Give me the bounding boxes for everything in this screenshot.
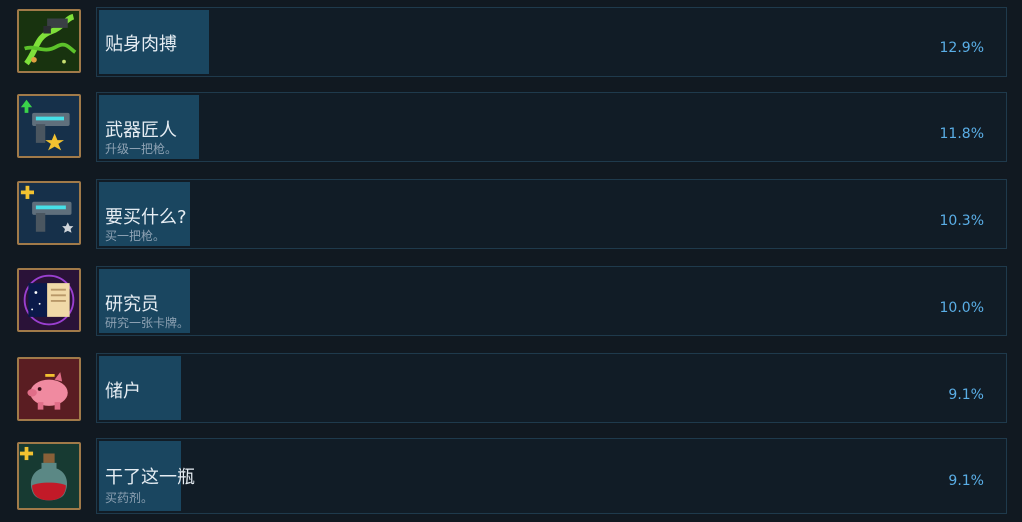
achievement-row[interactable]: 储户 9.1%	[0, 353, 1022, 423]
achievement-row[interactable]: 干了这一瓶 买药剂。 9.1%	[0, 438, 1022, 514]
achievement-percent: 11.8%	[939, 126, 984, 142]
gun-buy-plus-icon	[17, 181, 81, 245]
achievement-percent: 9.1%	[948, 387, 984, 403]
achievement-percent: 9.1%	[948, 473, 984, 489]
achievement-list: 贴身肉搏 12.9% 武器匠人 升级一把枪。 11.8% 要买什么? 买一把枪。…	[0, 0, 1022, 522]
achievement-card: 储户 9.1%	[96, 353, 1007, 423]
achievement-row[interactable]: 研究员 研究一张卡牌。 10.0%	[0, 266, 1022, 336]
piggy-bank-icon	[17, 357, 81, 421]
achievement-title: 储户	[105, 381, 141, 402]
achievement-percent: 10.0%	[939, 300, 984, 316]
achievement-title: 要买什么?	[105, 207, 187, 228]
achievement-title: 贴身肉搏	[105, 34, 177, 55]
achievement-card: 研究员 研究一张卡牌。 10.0%	[96, 266, 1007, 336]
achievement-card: 干了这一瓶 买药剂。 9.1%	[96, 438, 1007, 514]
achievement-title: 武器匠人	[105, 120, 177, 141]
achievement-description: 升级一把枪。	[105, 142, 178, 156]
achievement-percent: 10.3%	[939, 213, 984, 229]
achievement-description: 买一把枪。	[105, 229, 166, 243]
green-tentacle-weapon-icon	[17, 9, 81, 73]
achievement-card: 武器匠人 升级一把枪。 11.8%	[96, 92, 1007, 162]
achievement-title: 干了这一瓶	[105, 467, 195, 488]
achievement-percent: 12.9%	[939, 40, 984, 56]
red-potion-bottle-icon	[17, 442, 81, 510]
achievement-title: 研究员	[105, 294, 159, 315]
achievement-row[interactable]: 贴身肉搏 12.9%	[0, 7, 1022, 77]
gun-upgrade-star-icon	[17, 94, 81, 158]
achievement-card: 贴身肉搏 12.9%	[96, 7, 1007, 77]
achievement-card: 要买什么? 买一把枪。 10.3%	[96, 179, 1007, 249]
achievement-description: 买药剂。	[105, 491, 154, 505]
achievement-row[interactable]: 武器匠人 升级一把枪。 11.8%	[0, 92, 1022, 162]
open-book-icon	[17, 268, 81, 332]
achievement-row[interactable]: 要买什么? 买一把枪。 10.3%	[0, 179, 1022, 249]
achievement-description: 研究一张卡牌。	[105, 316, 190, 330]
